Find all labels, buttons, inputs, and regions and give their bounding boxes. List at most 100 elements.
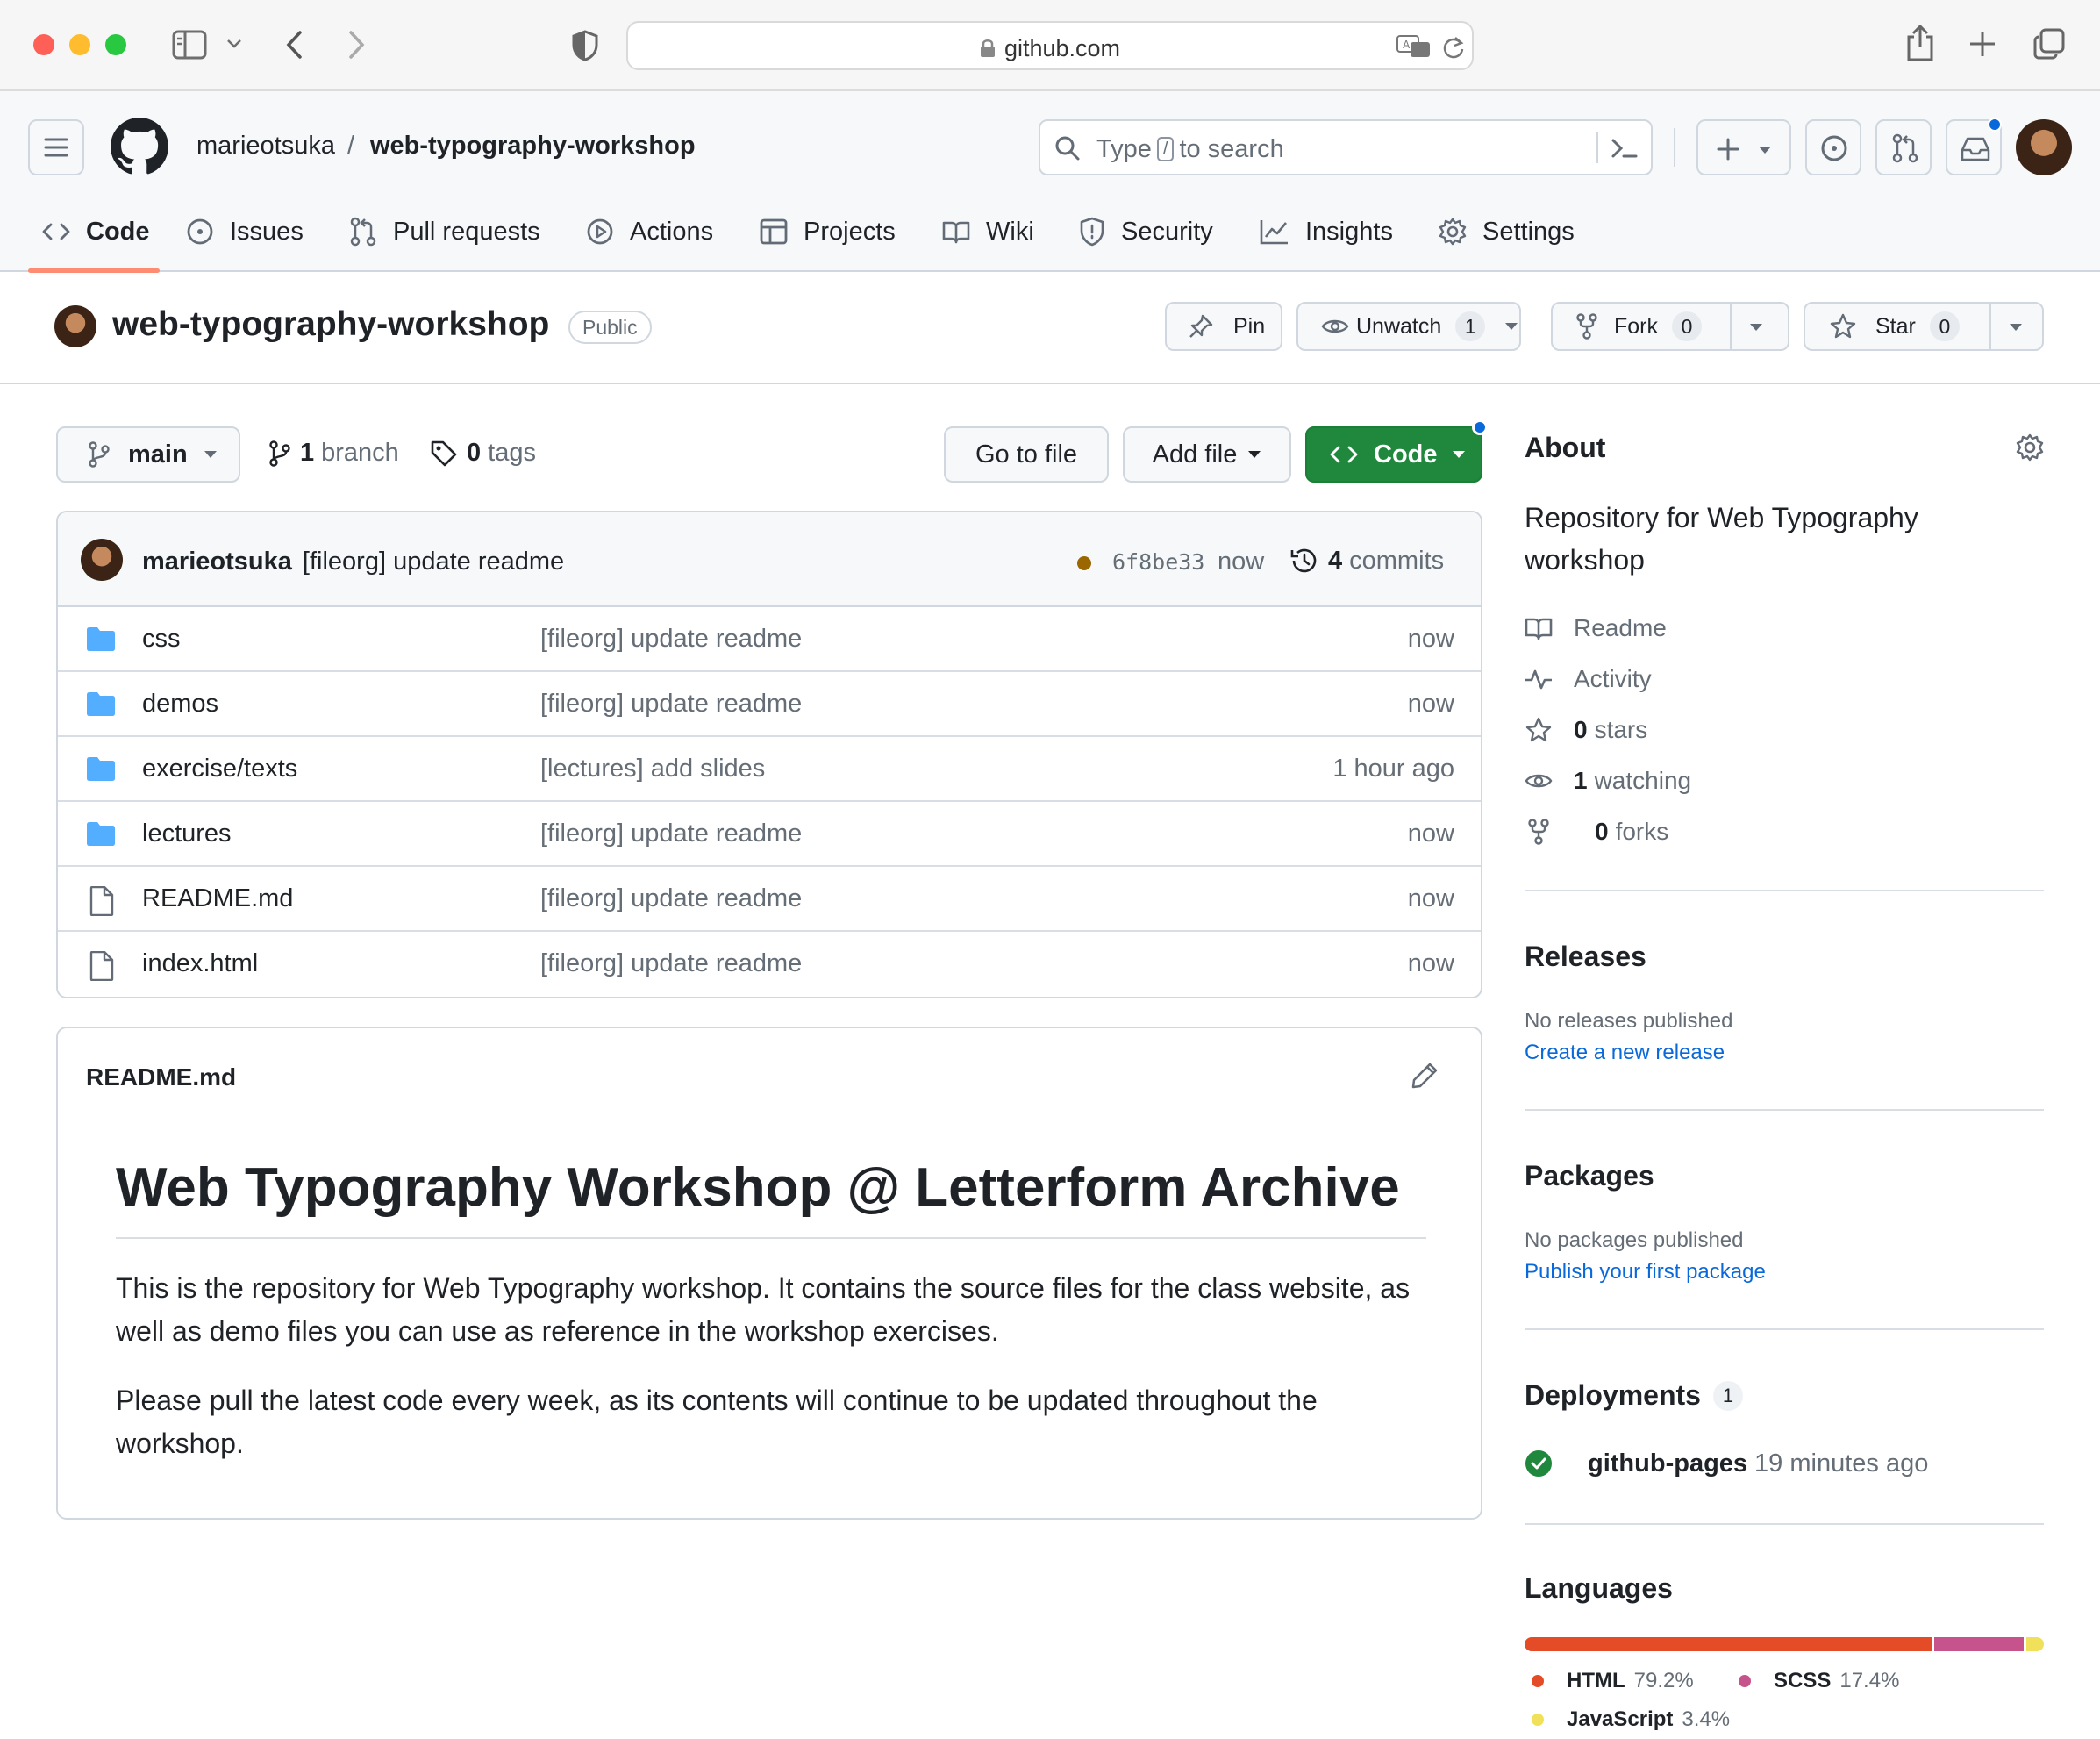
forward-icon[interactable]: [346, 30, 367, 60]
commit-status-dot[interactable]: [1077, 556, 1091, 570]
language-color-dot: [1739, 1675, 1751, 1687]
create-release-link[interactable]: Create a new release: [1525, 1041, 1725, 1065]
commit-message[interactable]: [fileorg] update readme: [303, 547, 564, 576]
forks-link[interactable]: 0 forks: [1525, 814, 1668, 849]
unwatch-button[interactable]: Unwatch 1: [1296, 302, 1521, 351]
create-new-button[interactable]: [1696, 119, 1791, 175]
watching-link[interactable]: 1 watching: [1525, 763, 1691, 798]
gear-icon[interactable]: [2016, 433, 2044, 462]
commit-sha[interactable]: 6f8be33: [1112, 549, 1204, 575]
file-name[interactable]: index.html: [142, 949, 258, 978]
file-row-lectures[interactable]: lectures [fileorg] update readme now: [58, 802, 1481, 867]
address-bar[interactable]: github.com A: [626, 21, 1474, 70]
tab-overview-icon[interactable]: [2033, 28, 2065, 60]
notification-dot: [1988, 118, 2002, 132]
pin-label: Pin: [1233, 313, 1266, 339]
file-commit-message[interactable]: [fileorg] update readme: [540, 819, 802, 848]
branch-selector[interactable]: main: [56, 426, 240, 483]
file-commit-message[interactable]: [lectures] add slides: [540, 755, 765, 784]
go-to-file-button[interactable]: Go to file: [944, 426, 1109, 483]
commit-author[interactable]: marieotsuka: [142, 547, 292, 576]
new-tab-icon[interactable]: [1968, 30, 1996, 58]
tab-insights[interactable]: Insights: [1260, 214, 1393, 249]
file-commit-message[interactable]: [fileorg] update readme: [540, 625, 802, 654]
tab-issues[interactable]: Issues: [186, 214, 304, 249]
publish-package-link[interactable]: Publish your first package: [1525, 1260, 1766, 1285]
tab-security[interactable]: Security: [1079, 214, 1213, 249]
branches-link[interactable]: 1 branch: [268, 439, 399, 468]
add-file-button[interactable]: Add file: [1123, 426, 1291, 483]
eye-icon: [1525, 771, 1574, 791]
divider: [1525, 1328, 2044, 1330]
code-button[interactable]: Code: [1305, 426, 1482, 483]
tags-link[interactable]: 0 tags: [430, 439, 536, 468]
maximize-window-button[interactable]: [105, 34, 126, 55]
commits-link[interactable]: 4 commits: [1289, 546, 1444, 576]
packages-title[interactable]: Packages: [1525, 1160, 1654, 1192]
stars-link[interactable]: 0 stars: [1525, 712, 1647, 748]
file-row-readme[interactable]: README.md [fileorg] update readme now: [58, 867, 1481, 932]
search-input[interactable]: Type / to search: [1039, 119, 1653, 175]
tab-wiki[interactable]: Wiki: [942, 214, 1034, 249]
pin-button[interactable]: Pin: [1165, 302, 1282, 351]
fork-button[interactable]: Fork 0: [1551, 302, 1789, 351]
translate-icon[interactable]: A: [1396, 35, 1432, 58]
tab-code[interactable]: Code: [42, 214, 150, 249]
reload-icon[interactable]: [1442, 35, 1465, 60]
sidebar-toggle-icon[interactable]: [172, 30, 207, 60]
file-name[interactable]: exercise/texts: [142, 755, 297, 784]
file-name[interactable]: README.md: [142, 884, 293, 913]
close-window-button[interactable]: [33, 34, 54, 55]
share-icon[interactable]: [1905, 25, 1935, 61]
file-name[interactable]: demos: [142, 690, 218, 719]
folder-icon: [86, 691, 116, 716]
file-commit-message[interactable]: [fileorg] update readme: [540, 884, 802, 913]
menu-button[interactable]: [28, 119, 84, 175]
pull-requests-button[interactable]: [1875, 119, 1932, 175]
deployment-item[interactable]: github-pages 19 minutes ago: [1525, 1446, 1928, 1481]
language-item[interactable]: HTML 79.2%: [1532, 1669, 1694, 1693]
deployments-header[interactable]: Deployments 1: [1525, 1379, 1743, 1412]
tab-projects-label: Projects: [804, 217, 896, 246]
triangle-down-icon: [1749, 323, 1763, 332]
file-row-exercise[interactable]: exercise/texts [lectures] add slides 1 h…: [58, 737, 1481, 802]
repo-title[interactable]: web-typography-workshop: [112, 305, 549, 344]
pull-request-icon: [349, 217, 393, 247]
pencil-icon[interactable]: [1411, 1062, 1439, 1090]
readme-filename[interactable]: README.md: [86, 1063, 236, 1091]
file-name[interactable]: css: [142, 625, 181, 654]
releases-title[interactable]: Releases: [1525, 941, 1646, 973]
avatar[interactable]: [2016, 119, 2072, 175]
activity-link[interactable]: Activity: [1525, 662, 1652, 697]
tab-projects[interactable]: Projects: [760, 214, 896, 249]
breadcrumb-repo[interactable]: web-typography-workshop: [370, 132, 696, 161]
file-name[interactable]: lectures: [142, 819, 232, 848]
language-item[interactable]: JavaScript 3.4%: [1532, 1707, 1730, 1732]
command-palette-icon[interactable]: [1611, 137, 1639, 160]
tab-pull-requests[interactable]: Pull requests: [349, 214, 540, 249]
owner-avatar[interactable]: [54, 305, 96, 347]
file-row-demos[interactable]: demos [fileorg] update readme now: [58, 672, 1481, 737]
file-commit-message[interactable]: [fileorg] update readme: [540, 949, 802, 978]
back-icon[interactable]: [284, 30, 305, 60]
tab-actions[interactable]: Actions: [586, 214, 713, 249]
file-age: 1 hour ago: [1332, 755, 1454, 783]
github-logo-icon[interactable]: [111, 118, 168, 175]
file-row-css[interactable]: css [fileorg] update readme now: [58, 607, 1481, 672]
language-item[interactable]: SCSS 17.4%: [1739, 1669, 1899, 1693]
privacy-shield-icon[interactable]: [572, 30, 598, 61]
tab-settings[interactable]: Settings: [1439, 214, 1575, 249]
issues-button[interactable]: [1805, 119, 1861, 175]
file-age: now: [1407, 884, 1454, 912]
search-icon: [1054, 135, 1081, 161]
branch-name: main: [128, 440, 188, 469]
chevron-down-icon[interactable]: [226, 39, 242, 49]
readme-link[interactable]: Readme: [1525, 611, 1667, 646]
minimize-window-button[interactable]: [69, 34, 90, 55]
folder-icon: [86, 821, 116, 846]
breadcrumb-owner[interactable]: marieotsuka: [196, 132, 335, 161]
file-row-index[interactable]: index.html [fileorg] update readme now: [58, 932, 1481, 997]
star-button[interactable]: Star 0: [1804, 302, 2044, 351]
commit-author-avatar[interactable]: [81, 539, 123, 581]
file-commit-message[interactable]: [fileorg] update readme: [540, 690, 802, 719]
